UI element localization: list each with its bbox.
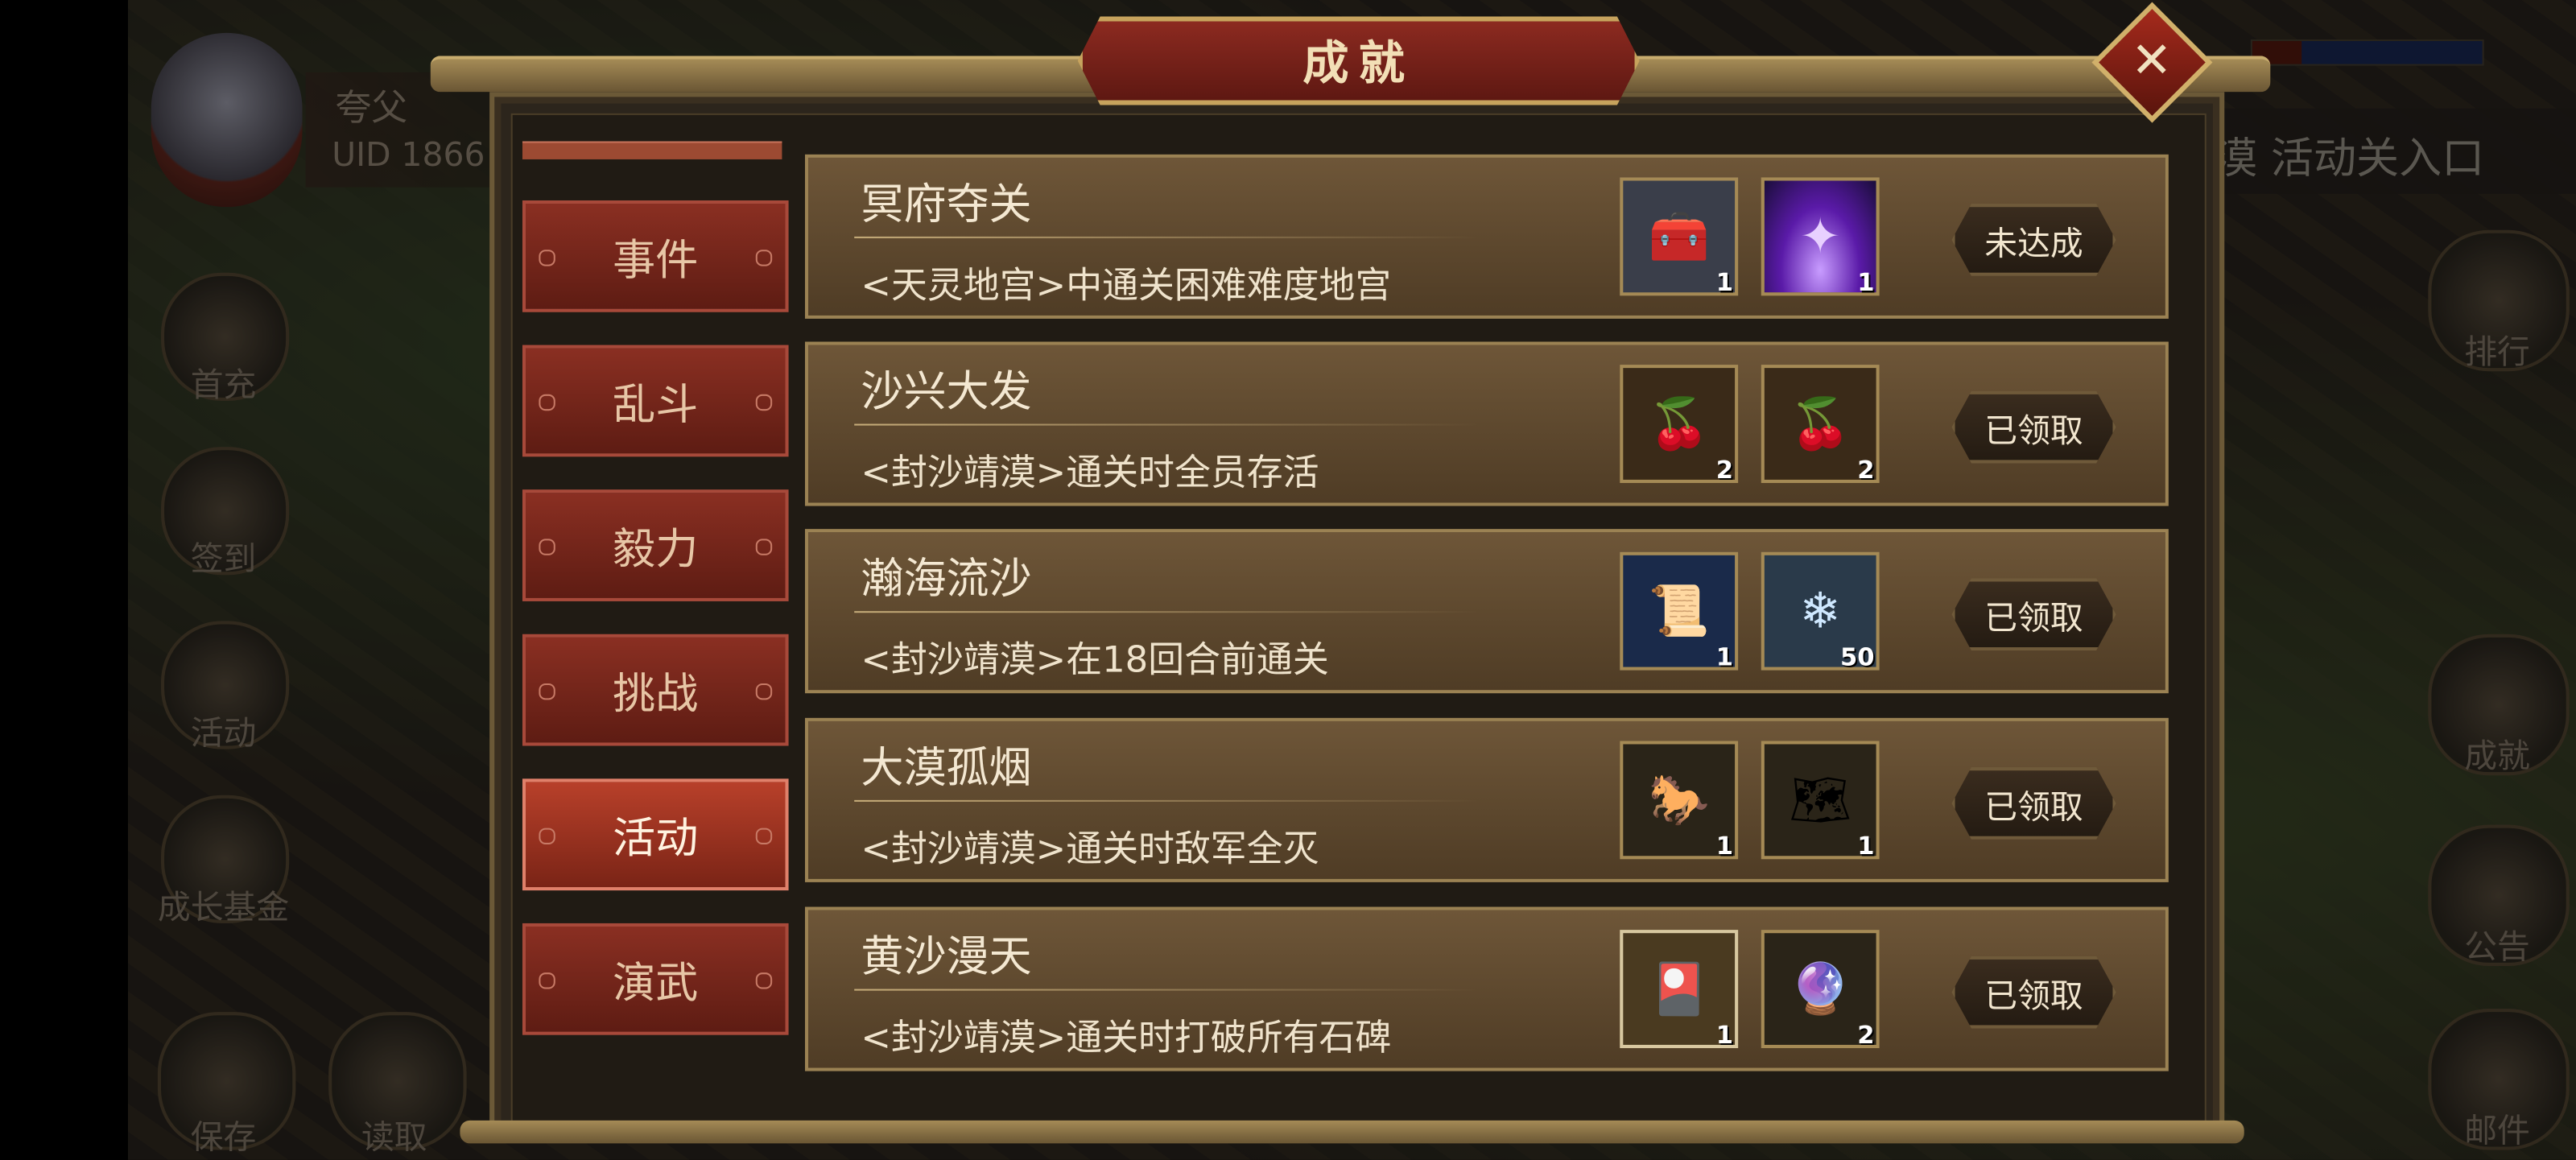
war-horse-icon[interactable]: 🐎 1	[1620, 741, 1739, 861]
reward-quantity: 1	[1857, 831, 1875, 861]
tab-events[interactable]: 事件	[522, 200, 789, 312]
silver-chest-icon[interactable]: 🧰 1	[1620, 177, 1739, 298]
orange-cherry-icon[interactable]: 🍒 2	[1620, 365, 1739, 485]
purple-light-icon[interactable]: ✦ 1	[1761, 177, 1880, 298]
achievement-description: <天灵地宫>中通关困难难度地宫	[861, 266, 1392, 308]
achievement-row: 冥府夺关 <天灵地宫>中通关困难难度地宫 🧰 1 ✦ 1 未达成	[804, 154, 2169, 319]
blue-scroll-icon[interactable]: 📜 1	[1620, 551, 1739, 672]
tab-label: 活动	[613, 814, 699, 864]
claim-status-button[interactable]: 已领取	[1951, 578, 2116, 651]
gold-card-icon[interactable]: 🎴 1	[1620, 930, 1739, 1051]
achievement-title: 沙兴大发	[861, 368, 1032, 418]
achievement-title: 瀚海流沙	[861, 555, 1032, 605]
status-label: 未达成	[1984, 222, 2083, 262]
reward-quantity: 1	[1715, 831, 1734, 861]
tab-brawl[interactable]: 乱斗	[522, 345, 789, 457]
tab-activity[interactable]: 活动	[522, 778, 789, 891]
claim-status-button[interactable]: 已领取	[1951, 767, 2116, 840]
achievement-description: <封沙靖漠>在18回合前通关	[861, 640, 1329, 682]
row-divider	[854, 611, 1479, 613]
row-divider	[854, 236, 1479, 238]
status-label: 已领取	[1984, 410, 2083, 450]
dialog-title-plate: 成就	[1077, 16, 1640, 105]
tab-label: 事件	[613, 235, 699, 286]
achievement-description: <封沙靖漠>通关时打破所有石碑	[861, 1018, 1392, 1060]
tab-list-accent	[522, 141, 782, 159]
achievement-description: <封沙靖漠>通关时全员存活	[861, 453, 1319, 495]
achievement-title: 黄沙漫天	[861, 933, 1032, 983]
reward-quantity: 1	[1715, 267, 1734, 298]
tab-drill[interactable]: 演武	[522, 923, 789, 1035]
claim-status-button[interactable]: 已领取	[1951, 956, 2116, 1029]
achievement-title: 大漠孤烟	[861, 744, 1032, 794]
achievement-row: 黄沙漫天 <封沙靖漠>通关时打破所有石碑 🎴 1 🔮 2 已领取	[804, 906, 2169, 1071]
claim-status-button[interactable]: 未达成	[1951, 204, 2116, 276]
reward-quantity: 1	[1857, 267, 1875, 298]
achievement-description: <封沙靖漠>通关时敌军全灭	[861, 829, 1319, 871]
achievement-title: 冥府夺关	[861, 180, 1032, 230]
reward-quantity: 1	[1715, 1020, 1734, 1051]
achievement-row: 大漠孤烟 <封沙靖漠>通关时敌军全灭 🐎 1 🗺 1 已领取	[804, 717, 2169, 882]
tab-challenge[interactable]: 挑战	[522, 634, 789, 746]
reward-quantity: 2	[1857, 455, 1875, 485]
row-divider	[854, 989, 1479, 991]
dialog-bottom-rail	[460, 1120, 2244, 1144]
reward-quantity: 2	[1857, 1020, 1875, 1051]
ice-crystal-icon[interactable]: ❄ 50	[1761, 551, 1880, 672]
rainbow-orb-icon[interactable]: 🔮 2	[1761, 930, 1880, 1051]
achievement-row: 沙兴大发 <封沙靖漠>通关时全员存活 🍒 2 🍒 2 已领取	[804, 341, 2169, 506]
tab-label: 演武	[613, 958, 699, 1009]
achievement-row: 瀚海流沙 <封沙靖漠>在18回合前通关 📜 1 ❄ 50 已领取	[804, 529, 2169, 694]
row-divider	[854, 423, 1479, 426]
tab-label: 毅力	[613, 525, 699, 575]
reward-quantity: 1	[1715, 642, 1734, 672]
reward-quantity: 50	[1839, 642, 1875, 672]
map-scroll-icon[interactable]: 🗺 1	[1761, 741, 1880, 861]
tab-label: 挑战	[613, 669, 699, 719]
claim-status-button[interactable]: 已领取	[1951, 390, 2116, 464]
game-screen: 夸父 UID 1866 首充 签到 活动 成长基金 保存 读取 漠 活动关入口 …	[0, 0, 2576, 1160]
red-cherry-icon[interactable]: 🍒 2	[1761, 365, 1880, 485]
row-divider	[854, 799, 1479, 802]
dialog-title: 成就	[1302, 35, 1415, 91]
status-label: 已领取	[1984, 786, 2083, 826]
status-label: 已领取	[1984, 597, 2083, 637]
status-label: 已领取	[1984, 975, 2083, 1015]
tab-label: 乱斗	[613, 380, 699, 430]
tab-perseverance[interactable]: 毅力	[522, 489, 789, 601]
close-icon: ✕	[2131, 32, 2174, 91]
reward-quantity: 2	[1715, 455, 1734, 485]
